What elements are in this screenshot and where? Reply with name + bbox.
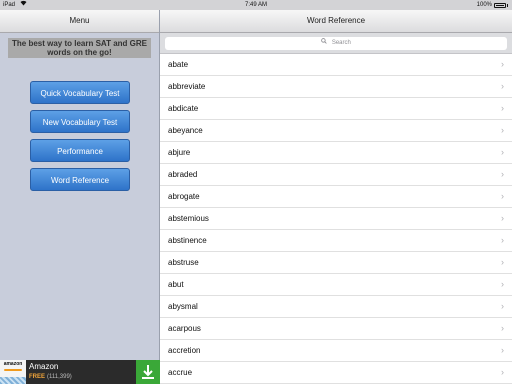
word-label: abstinence <box>168 236 207 245</box>
performance-button[interactable]: Performance <box>30 139 130 162</box>
chevron-right-icon: › <box>501 279 504 289</box>
word-label: abraded <box>168 170 198 179</box>
amazon-logo: amazon <box>0 360 26 384</box>
word-row-abysmal[interactable]: abysmal › <box>160 296 512 318</box>
new-vocabulary-test-button[interactable]: New Vocabulary Test <box>30 110 130 133</box>
app-screen: iPad 7:49 AM 100% Menu The best way to l… <box>0 0 512 384</box>
word-label: abrogate <box>168 192 200 201</box>
status-bar: iPad 7:49 AM 100% <box>0 0 512 10</box>
word-reference-title: Word Reference <box>306 16 366 25</box>
chevron-right-icon: › <box>501 169 504 179</box>
chevron-right-icon: › <box>501 213 504 223</box>
chevron-right-icon: › <box>501 125 504 135</box>
word-row-abstinence[interactable]: abstinence › <box>160 230 512 252</box>
word-label: abjure <box>168 148 191 157</box>
chevron-right-icon: › <box>501 323 504 333</box>
download-button[interactable] <box>136 360 160 384</box>
word-reference-nav-bar: Word Reference <box>160 10 512 33</box>
download-icon <box>142 365 154 379</box>
word-label: abstruse <box>168 258 199 267</box>
word-row-abdicate[interactable]: abdicate › <box>160 98 512 120</box>
word-row-abeyance[interactable]: abeyance › <box>160 120 512 142</box>
chevron-right-icon: › <box>501 301 504 311</box>
ad-price-line: FREE (111,399) <box>29 374 72 380</box>
word-row-abjure[interactable]: abjure › <box>160 142 512 164</box>
chevron-right-icon: › <box>501 81 504 91</box>
word-label: accretion <box>168 346 201 355</box>
battery-percent: 100% <box>476 2 492 8</box>
status-right: 100% <box>477 0 508 10</box>
word-row-accretion[interactable]: accretion › <box>160 340 512 362</box>
word-row-acarpous[interactable]: acarpous › <box>160 318 512 340</box>
menu-buttons: Quick Vocabulary Test New Vocabulary Tes… <box>30 81 130 197</box>
chevron-right-icon: › <box>501 235 504 245</box>
ad-image-strip <box>0 377 26 384</box>
word-label: accrue <box>168 368 193 377</box>
battery-tip <box>507 3 508 7</box>
ad-logo-text: amazon <box>3 361 23 367</box>
chevron-right-icon: › <box>501 367 504 377</box>
word-row-abbreviate[interactable]: abbreviate › <box>160 76 512 98</box>
word-row-accrue[interactable]: accrue › <box>160 362 512 384</box>
chevron-right-icon: › <box>501 345 504 355</box>
word-reference-pane: Word Reference Search abate › abbreviate ›… <box>160 10 512 384</box>
amazon-smile-icon <box>4 369 22 371</box>
word-row-abrogate[interactable]: abrogate › <box>160 186 512 208</box>
ad-rating-count: (111,399) <box>47 374 72 380</box>
word-row-abut[interactable]: abut › <box>160 274 512 296</box>
menu-title: Menu <box>69 16 90 25</box>
chevron-right-icon: › <box>501 257 504 267</box>
app-tagline: The best way to learn SAT and GRE words … <box>8 38 151 58</box>
search-icon <box>321 38 329 46</box>
word-label: abeyance <box>168 126 203 135</box>
word-row-abraded[interactable]: abraded › <box>160 164 512 186</box>
ad-price: FREE <box>29 374 46 380</box>
battery-icon <box>494 2 506 8</box>
chevron-right-icon: › <box>501 103 504 113</box>
word-label: abbreviate <box>168 82 206 91</box>
menu-nav-bar: Menu <box>0 10 159 33</box>
word-label: abysmal <box>168 302 198 311</box>
search-placeholder: Search <box>331 40 351 46</box>
chevron-right-icon: › <box>501 147 504 157</box>
quick-vocabulary-test-button[interactable]: Quick Vocabulary Test <box>30 81 130 104</box>
search-bar: Search <box>160 33 512 54</box>
word-label: abate <box>168 60 189 69</box>
word-label: acarpous <box>168 324 201 333</box>
word-list: abate › abbreviate › abdicate › abeyance › a… <box>160 54 512 384</box>
word-label: abdicate <box>168 104 199 113</box>
menu-pane: Menu The best way to learn SAT and GRE w… <box>0 10 160 360</box>
search-input[interactable]: Search <box>165 37 507 50</box>
word-label: abut <box>168 280 184 289</box>
word-row-abstruse[interactable]: abstruse › <box>160 252 512 274</box>
word-row-abstemious[interactable]: abstemious › <box>160 208 512 230</box>
chevron-right-icon: › <box>501 59 504 69</box>
ad-banner[interactable]: amazon Amazon FREE (111,399) <box>0 360 160 384</box>
chevron-right-icon: › <box>501 191 504 201</box>
word-row-abate[interactable]: abate › <box>160 54 512 76</box>
status-time: 7:49 AM <box>244 2 267 8</box>
ad-title: Amazon <box>29 362 59 371</box>
word-label: abstemious <box>168 214 209 223</box>
word-reference-button[interactable]: Word Reference <box>30 168 130 191</box>
